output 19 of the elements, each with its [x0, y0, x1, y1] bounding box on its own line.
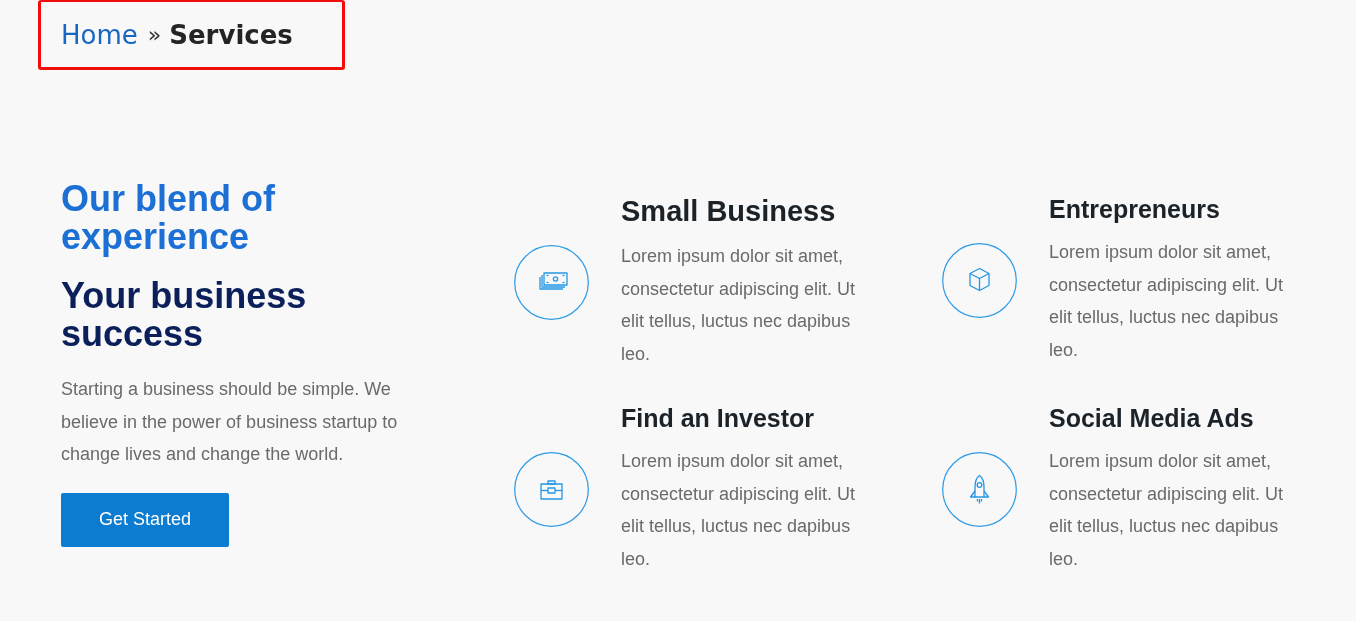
service-description: Lorem ipsum dolor sit amet, consectetur adipiscing elit. Ut elit tellus, luctus nec dapibus leo.: [621, 450, 857, 571]
service-title: Entrepreneurs: [1049, 194, 1221, 224]
rocket-icon: [942, 451, 1017, 527]
service-description: Lorem ipsum dolor sit amet, consectetur adipiscing elit. Ut elit tellus, luctus nec dapibus leo.: [621, 245, 857, 366]
breadcrumb-separator: »: [147, 20, 162, 49]
breadcrumb-link[interactable]: Home: [61, 18, 138, 51]
service-description: Lorem ipsum dolor sit amet, consectetur adipiscing elit. Ut elit tellus, luctus nec dapibus leo.: [1049, 450, 1285, 571]
intro-paragraph: Starting a business should be simple. We believe in the power of business startup to change lives and change the world.: [61, 378, 399, 466]
section-title: Your business success: [61, 277, 308, 353]
service-title: Find an Investor: [621, 403, 816, 433]
cube-icon: [942, 242, 1017, 318]
service-title: Social Media Ads: [1049, 403, 1255, 433]
cash-icon: [514, 244, 589, 320]
section-eyebrow: Our blend of experience: [61, 180, 276, 256]
briefcase-icon: [514, 451, 589, 527]
get-started-button[interactable]: Get Started: [61, 492, 230, 547]
breadcrumb-current: Services: [169, 18, 293, 51]
service-description: Lorem ipsum dolor sit amet, consectetur adipiscing elit. Ut elit tellus, luctus nec dapibus leo.: [1049, 241, 1285, 362]
service-title: Small Business: [621, 194, 837, 228]
